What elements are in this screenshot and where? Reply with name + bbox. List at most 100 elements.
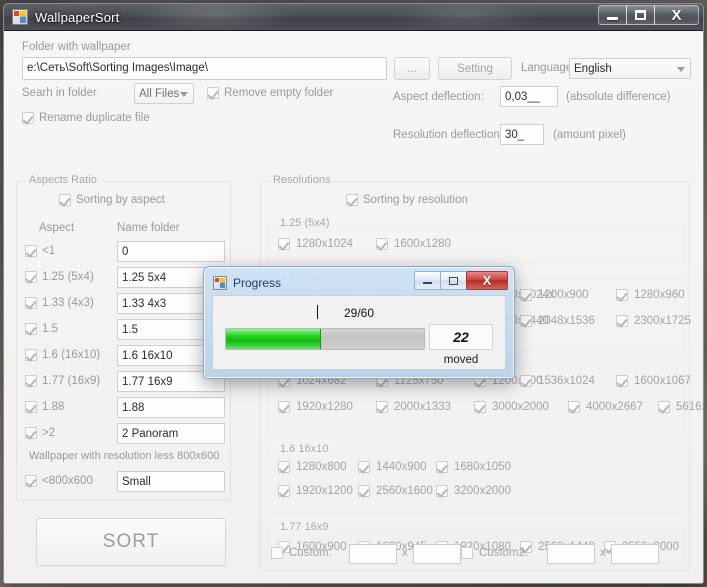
res-checkbox-4000x2667[interactable]: 4000x2667 — [568, 401, 643, 413]
res-subgroup-16: 1.6 16x10 1280x800 1440x900 1680x1050 19… — [267, 443, 685, 514]
res-checkbox-2560x1600[interactable]: 2560x1600 — [358, 485, 433, 497]
res-checkbox-2300x1725[interactable]: 2300x1725 — [616, 315, 691, 327]
folder-path-input[interactable]: e:\Сеть\Soft\Sorting Images\Image\ — [22, 57, 387, 80]
aspect-checkbox-small[interactable]: <800x600 — [25, 475, 117, 487]
aspect-checkbox[interactable]: >2 — [25, 427, 117, 439]
res-subgroup-125: 1.25 (5x4) 1280x1024 1600x1280 — [267, 217, 685, 264]
custom1-checkbox[interactable]: Custom: — [271, 547, 332, 559]
aspect-deflection-input[interactable]: 0,03__ — [500, 86, 558, 107]
aspect-folder-input-small[interactable]: Small — [117, 471, 225, 492]
language-select[interactable]: English — [569, 58, 691, 79]
res-checkbox-1536x1024[interactable]: 1536x1024 — [520, 375, 595, 387]
res-checkbox-1600x1280[interactable]: 1600x1280 — [376, 238, 451, 250]
window-titlebar[interactable]: WallpaperSort X — [4, 4, 703, 31]
res-checkbox-1200x900[interactable]: 1200x900 — [520, 289, 589, 301]
maximize-button[interactable] — [626, 5, 655, 25]
close-button[interactable]: X — [654, 5, 699, 25]
checkbox-icon — [616, 375, 628, 387]
progress-minimize-button[interactable] — [414, 271, 441, 290]
file-filter-select[interactable]: All Files — [134, 83, 194, 104]
checkbox-icon — [278, 238, 290, 250]
minimize-icon — [423, 282, 432, 284]
res-checkbox-5616x3744[interactable]: 5616x3744 — [658, 401, 703, 413]
aspect-folder-input[interactable]: 0 — [117, 241, 225, 262]
custom2-height-input[interactable] — [611, 544, 659, 564]
aspect-checkbox[interactable]: 1.88 — [25, 401, 117, 413]
sorting-by-resolution-checkbox[interactable]: Sorting by resolution — [346, 194, 468, 206]
progress-titlebar[interactable]: Progress X — [208, 271, 510, 295]
rename-duplicate-checkbox[interactable]: Rename duplicate file — [22, 112, 150, 124]
res-subgroup-caption-16: 1.6 16x10 — [276, 443, 333, 455]
checkbox-icon — [358, 485, 370, 497]
aspect-checkbox[interactable]: 1.25 (5x4) — [25, 271, 117, 283]
aspect-folder-input[interactable]: 2 Panoram — [117, 423, 225, 444]
custom1-height-input[interactable] — [413, 544, 461, 564]
progress-moved-value: 22 — [429, 324, 493, 350]
aspect-folder-input[interactable]: 1.88 — [117, 397, 225, 418]
aspect-checkbox[interactable]: 1.77 (16x9) — [25, 375, 117, 387]
name-folder-column-header: Name folder — [117, 222, 180, 234]
aspect-label: <1 — [42, 245, 56, 257]
checkbox-icon — [436, 461, 448, 473]
file-filter-value: All Files — [139, 87, 180, 100]
aspect-checkbox[interactable]: <1 — [25, 245, 117, 257]
res-label-2560x1600: 2560x1600 — [376, 485, 433, 497]
custom1-times-label: x — [402, 547, 408, 559]
res-checkbox-1600x1067[interactable]: 1600x1067 — [616, 375, 691, 387]
aspect-row-small: <800x600 Small — [25, 470, 225, 496]
aspect-checkbox[interactable]: 1.6 (16x10) — [25, 349, 117, 361]
aspect-row: 1.33 (4x3) 1.33 4x3 — [25, 292, 225, 318]
checkbox-icon — [25, 271, 37, 283]
browse-button[interactable]: ... — [394, 57, 430, 80]
res-label-1680x1050: 1680x1050 — [454, 461, 511, 473]
sort-button[interactable]: SORT — [36, 518, 226, 566]
res-checkbox-3200x2000[interactable]: 3200x2000 — [436, 485, 511, 497]
progress-maximize-button[interactable] — [440, 271, 467, 290]
checkbox-icon — [25, 375, 37, 387]
aspect-label: 1.25 (5x4) — [42, 271, 94, 283]
res-checkbox-1440x900[interactable]: 1440x900 — [358, 461, 427, 473]
custom2-width-input[interactable] — [547, 544, 595, 564]
res-checkbox-1680x1050[interactable]: 1680x1050 — [436, 461, 511, 473]
res-checkbox-2048x1536[interactable]: 2048x1536 — [520, 315, 595, 327]
app-icon — [12, 9, 28, 25]
aspect-label: 1.33 (4x3) — [42, 297, 94, 309]
res-checkbox-1920x1200[interactable]: 1920x1200 — [278, 485, 353, 497]
progress-moved-label: moved — [443, 354, 479, 366]
checkbox-icon — [376, 401, 388, 413]
aspect-checkbox[interactable]: 1.5 — [25, 323, 117, 335]
res-label-1920x1280: 1920x1280 — [296, 401, 353, 413]
res-checkbox-1280x800[interactable]: 1280x800 — [278, 461, 347, 473]
res-checkbox-1280x1024[interactable]: 1280x1024 — [278, 238, 353, 250]
remove-empty-folder-checkbox[interactable]: Remove empty folder — [207, 87, 333, 99]
resolution-deflection-input[interactable]: 30_ — [500, 124, 544, 145]
checkbox-icon — [25, 475, 37, 487]
res-label-1536x1024: 1536x1024 — [538, 375, 595, 387]
sorting-by-aspect-checkbox[interactable]: Sorting by aspect — [59, 194, 165, 206]
checkbox-icon — [520, 315, 532, 327]
custom1-width-input[interactable] — [349, 544, 397, 564]
checkbox-icon — [346, 194, 358, 206]
checkbox-icon — [25, 323, 37, 335]
aspect-row: >2 2 Panoram — [25, 422, 225, 448]
maximize-icon — [449, 276, 458, 285]
res-label-1920x1200: 1920x1200 — [296, 485, 353, 497]
aspect-checkbox[interactable]: 1.33 (4x3) — [25, 297, 117, 309]
res-checkbox-3000x2000[interactable]: 3000x2000 — [474, 401, 549, 413]
res-checkbox-1920x1280[interactable]: 1920x1280 — [278, 401, 353, 413]
res-checkbox-2000x1333[interactable]: 2000x1333 — [376, 401, 451, 413]
progress-close-button[interactable]: X — [466, 271, 508, 290]
checkbox-icon — [436, 485, 448, 497]
res-checkbox-1280x960[interactable]: 1280x960 — [616, 289, 685, 301]
res-label-1200x900: 1200x900 — [538, 289, 589, 301]
minimize-button[interactable] — [598, 5, 627, 25]
checkbox-icon — [474, 401, 486, 413]
custom2-checkbox[interactable]: Custom2: — [461, 547, 528, 559]
close-icon: X — [671, 6, 682, 24]
chevron-down-icon — [180, 91, 188, 97]
close-icon: X — [482, 273, 492, 288]
checkbox-icon — [22, 112, 34, 124]
progress-title: Progress — [233, 276, 282, 290]
checkbox-icon — [278, 485, 290, 497]
setting-button[interactable]: Setting — [438, 57, 512, 80]
